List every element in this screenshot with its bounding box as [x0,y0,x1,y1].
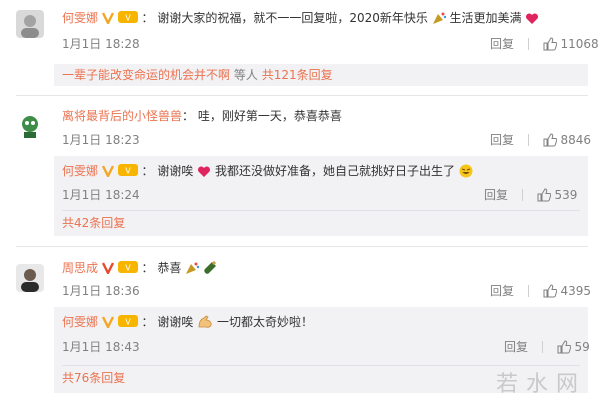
reply-button[interactable]: 回复 [484,188,508,202]
heart-icon [197,165,211,183]
like-thumb-icon[interactable] [537,188,551,207]
muscle-arm-icon [197,315,213,334]
more-replies-link[interactable]: 共121条回复 [262,68,333,82]
svg-text:V: V [125,167,131,176]
more-replies-link[interactable]: 共76条回复 [62,369,125,387]
commenter-name[interactable]: 离将最背后的小怪兽兽 [62,109,182,123]
svg-text:V: V [125,318,131,327]
comment-text: 哇，刚好第一天，恭喜恭喜 [197,109,342,123]
divider [527,38,529,50]
like-thumb-icon[interactable] [543,37,557,56]
vip-badge-icon: V [117,260,138,279]
like-count: 539 [554,188,578,202]
replies-summary-prefix[interactable]: 一辈子能改变命运的机会并不啊 [62,68,230,82]
like-thumb-icon[interactable] [543,133,557,152]
commenter-name[interactable]: 周思成 [62,261,98,275]
comment-actions: 回复 4395 [490,282,591,303]
vip-badge-icon: V [117,163,138,182]
comment-text-tail: 生活更加美满 [449,11,522,25]
replies-summary: 一辈子能改变命运的机会并不啊 等人 共121条回复 [62,66,333,84]
like-thumb-icon[interactable] [543,284,557,303]
vip-badge-icon: V [117,10,138,29]
comment-time: 1月1日 18:36 [62,284,140,298]
heart-icon [525,12,539,30]
avatar[interactable] [16,264,44,292]
like-thumb-icon[interactable] [557,340,571,359]
svg-text:V: V [125,264,131,273]
verified-v-icon [101,315,114,333]
divider [16,246,588,247]
reply-actions: 回复 539 [484,186,577,207]
reply-time: 1月1日 18:24 [62,188,140,202]
divider [527,134,529,146]
reply-text-head: 谢谢唉 [157,164,194,178]
reply-button[interactable]: 回复 [490,284,514,298]
reply-text-head: 谢谢唉 [157,315,194,329]
comment-line: 周思成 V ： 恭喜 [62,259,217,280]
verified-v-icon [101,261,114,279]
like-count: 4395 [560,284,592,298]
comment-text: 谢谢大家的祝福，就不一一回复啦，2020新年快乐 [157,11,428,25]
reply-actions: 回复 59 [504,338,590,359]
vip-badge-icon: V [117,314,138,333]
laughing-emoji-icon [459,164,473,183]
avatar[interactable] [16,112,44,140]
avatar[interactable] [16,10,44,38]
comment-time: 1月1日 18:23 [62,133,140,147]
reply-button[interactable]: 回复 [490,133,514,147]
like-count: 8846 [560,133,592,147]
reply-text: 一切都太奇妙啦！ [217,315,314,329]
divider [521,189,523,201]
replies-box: 一辈子能改变命运的机会并不啊 等人 共121条回复 [54,64,588,86]
more-replies-link[interactable]: 共42条回复 [62,214,125,232]
reply-author[interactable]: 何雯娜 [62,315,98,329]
party-popper-icon [432,11,446,30]
reply-line: 何雯娜 V ： 谢谢唉 一切都太奇妙啦！ [62,313,313,334]
verified-v-icon [101,11,114,29]
watermark: 若水网 [495,372,586,397]
comment-line: 离将最背后的小怪兽兽： 哇，刚好第一天，恭喜恭喜 [62,109,342,123]
comment-text: 恭喜 [157,261,182,275]
party-popper-icon [185,261,200,280]
svg-text:V: V [125,14,131,23]
reply-button[interactable]: 回复 [504,340,528,354]
divider [16,95,588,96]
comment-actions: 回复 11068 [490,35,599,56]
reply-line: 何雯娜 V ： 谢谢唉 我都还没做好准备，她自己就挑好日子出生了 [62,162,473,183]
replies-box: 何雯娜 V ： 谢谢唉 我都还没做好准备，她自己就挑好日子出生了 1月1日 18… [54,156,588,236]
reply-button[interactable]: 回复 [490,37,514,51]
comment-line: 何雯娜 V ： 谢谢大家的祝福，就不一一回复啦，2020新年快乐 生活更加美满 [62,9,539,30]
reply-author[interactable]: 何雯娜 [62,164,98,178]
reply-time: 1月1日 18:43 [62,340,140,354]
like-count: 59 [574,340,590,354]
comment-actions: 回复 8846 [490,131,591,152]
replies-summary-who: 等人 [233,68,258,82]
divider [541,341,543,353]
comment-time: 1月1日 18:28 [62,37,140,51]
verified-v-icon [101,164,114,182]
commenter-name[interactable]: 何雯娜 [62,11,98,25]
bottle-icon [203,260,217,280]
like-count: 11068 [560,37,599,51]
divider [62,210,580,211]
divider [527,285,529,297]
reply-text: 我都还没做好准备，她自己就挑好日子出生了 [215,164,456,178]
